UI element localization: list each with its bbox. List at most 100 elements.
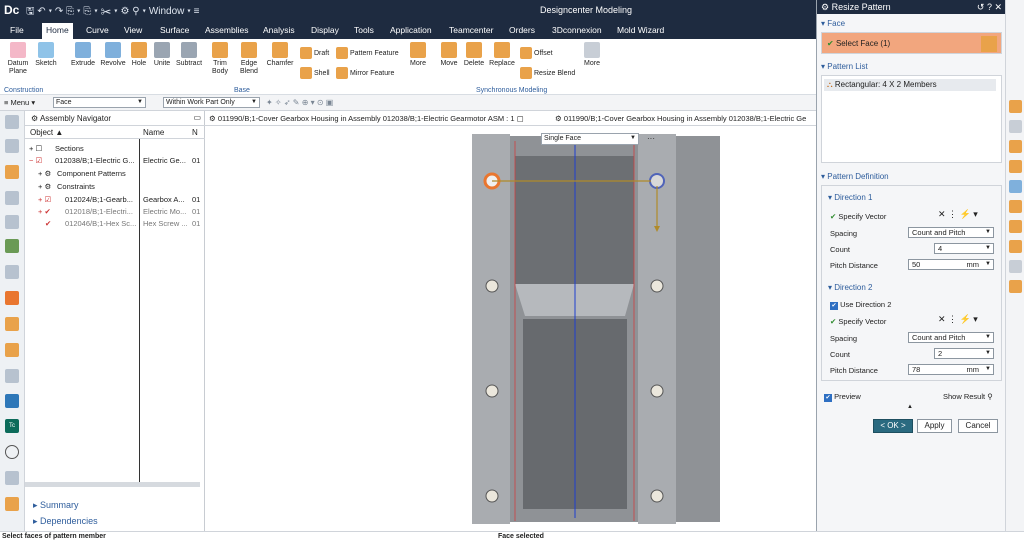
document-tab-2[interactable]: ⚙ 011990/B;1-Cover Gearbox Housing in As… (555, 114, 806, 123)
tree-row-electric-motor[interactable]: + ✔ 012018/B;1-Electri... Electric Mo... 01 (25, 206, 200, 218)
tab-tools[interactable]: Tools (354, 25, 374, 35)
move-button[interactable]: Move (437, 42, 461, 68)
view-icon[interactable] (1009, 100, 1022, 113)
more-options-button[interactable]: ··· (647, 134, 655, 143)
count-1-input[interactable]: 4 ▼ (934, 243, 994, 254)
hd3d-tools-icon[interactable] (5, 239, 19, 253)
face-selector-icon[interactable] (981, 36, 997, 52)
tab-application[interactable]: Application (390, 25, 432, 35)
more-sync-button[interactable]: More (578, 42, 606, 68)
edge-blend-button[interactable]: Edge Blend (234, 42, 264, 76)
resize-blend-button[interactable]: Resize Blend (520, 67, 575, 79)
roles-icon[interactable] (5, 369, 19, 383)
settings-icon[interactable] (5, 115, 19, 129)
use-direction-2-checkbox[interactable]: ✔ Use Direction 2 (830, 300, 891, 310)
tab-display[interactable]: Display (311, 25, 339, 35)
pattern-list-item[interactable]: ⛬ Rectangular: 4 X 2 Members (824, 79, 996, 91)
palette-icon[interactable] (5, 471, 19, 485)
history-icon[interactable] (5, 291, 19, 305)
mirror-feature-button[interactable]: Mirror Feature (336, 67, 394, 79)
maximize-icon[interactable]: ▭ (193, 113, 201, 122)
column-n[interactable]: N (192, 128, 198, 137)
subtract-button[interactable]: Subtract (174, 42, 204, 68)
unite-button[interactable]: Unite (150, 42, 174, 68)
process-studio-icon[interactable] (5, 317, 19, 331)
layer-icon[interactable] (1009, 120, 1022, 133)
tab-analysis[interactable]: Analysis (263, 25, 295, 35)
column-object[interactable]: Object ▲ (30, 128, 63, 137)
summary-panel[interactable]: ▸ Summary (33, 500, 79, 511)
snap-toolbar[interactable]: ✦ ✧ ➶ ✎ ⊕ ▾ ⊙ ▣ (266, 98, 333, 107)
chamfer-button[interactable]: Chamfer (264, 42, 296, 68)
more-base-button[interactable]: More (406, 42, 430, 68)
horizontal-scrollbar[interactable] (25, 482, 200, 487)
reuse-library-icon[interactable] (5, 215, 19, 229)
shell-button[interactable]: Shell (300, 67, 330, 79)
web-browser-icon[interactable] (5, 265, 19, 279)
manufacturing-wizards-icon[interactable] (5, 343, 19, 357)
spacing-1-dropdown[interactable]: Count and Pitch ▼ (908, 227, 994, 238)
tab-orders[interactable]: Orders (509, 25, 535, 35)
rotate-icon[interactable] (1009, 280, 1022, 293)
collapse-icon[interactable]: ▲ (907, 404, 913, 410)
teamcenter-icon[interactable]: Tc (5, 419, 19, 433)
tree-row-constraints[interactable]: + ⚙ Constraints (25, 181, 200, 193)
replace-button[interactable]: Replace (487, 42, 517, 68)
tree-row-sections[interactable]: + ☐ Sections (25, 143, 200, 155)
ok-button[interactable]: < OK > (873, 419, 913, 433)
clock-icon[interactable] (5, 445, 19, 459)
tab-3dconnexion[interactable]: 3Dconnexion (552, 25, 602, 35)
dependencies-panel[interactable]: ▸ Dependencies (33, 516, 98, 527)
tree-row-gearbox[interactable]: + ☑ 012024/B;1-Gearb... Gearbox A... 01 (25, 194, 200, 206)
tab-surface[interactable]: Surface (160, 25, 189, 35)
type-filter-dropdown[interactable]: Face (53, 97, 146, 108)
scope-filter-dropdown[interactable]: Within Work Part Only (163, 97, 260, 108)
constraint-navigator-icon[interactable] (5, 191, 19, 205)
pattern-hole[interactable] (485, 279, 499, 293)
pattern-hole[interactable] (650, 384, 664, 398)
apply-button[interactable]: Apply (917, 419, 952, 433)
pan-icon[interactable] (1009, 260, 1022, 273)
edit-section-icon[interactable] (1009, 160, 1022, 173)
tab-assemblies[interactable]: Assemblies (205, 25, 248, 35)
pattern-definition-header[interactable]: ▾ Pattern Definition (821, 172, 889, 181)
dialog-controls[interactable]: ↺ ? ✕ (977, 2, 1002, 13)
sketch-button[interactable]: Sketch (33, 42, 59, 68)
show-result-button[interactable]: Show Result ⚲ (943, 392, 993, 401)
vector-1-tools[interactable]: ✕ ⋮ ⚡ ▾ (938, 209, 978, 220)
tab-home[interactable]: Home (42, 23, 73, 39)
tab-file[interactable]: File (10, 25, 24, 35)
kinematics-icon[interactable] (5, 497, 19, 511)
count-2-input[interactable]: 2 ▼ (934, 348, 994, 359)
tab-curve[interactable]: Curve (86, 25, 109, 35)
tab-teamcenter[interactable]: Teamcenter (449, 25, 493, 35)
quick-access-toolbar[interactable]: 🖫 ↶ ▾ ↷ ⎘ ▾ ⎘ ▾ ✂ ▾ ⚙ ⚲ ▾ Window ▾ ≡ (26, 4, 199, 21)
pattern-hole[interactable] (485, 384, 499, 398)
pattern-feature-button[interactable]: Pattern Feature (336, 47, 399, 59)
vector-2-tools[interactable]: ✕ ⋮ ⚡ ▾ (938, 314, 978, 325)
draft-button[interactable]: Draft (300, 47, 329, 59)
assembly-navigator-icon[interactable] (5, 165, 19, 179)
delete-button[interactable]: Delete (461, 42, 487, 68)
offset-button[interactable]: Offset (520, 47, 553, 59)
tab-view[interactable]: View (124, 25, 142, 35)
pitch-2-input[interactable]: 78 mm ▼ (908, 364, 994, 375)
direction-2-header[interactable]: ▾ Direction 2 (828, 283, 873, 292)
system-scenes-icon[interactable] (5, 394, 19, 408)
hole-button[interactable]: Hole (128, 42, 150, 68)
pattern-hole[interactable] (485, 489, 499, 503)
pattern-hole[interactable] (650, 489, 664, 503)
select-face-row[interactable]: ✔ Select Face (1) (821, 32, 1002, 54)
orient-icon[interactable] (1009, 200, 1022, 213)
menu-button[interactable]: ≡ Menu ▾ (4, 98, 35, 107)
pattern-list-header[interactable]: ▾ Pattern List (821, 62, 868, 71)
trim-body-button[interactable]: Trim Body (206, 42, 234, 76)
pattern-hole[interactable] (650, 279, 664, 293)
preview-checkbox[interactable]: ✔ Preview (824, 392, 861, 402)
render-icon[interactable] (1009, 180, 1022, 193)
tree-row-hex-screw[interactable]: ✔ 012046/B;1-Hex Sc... Hex Screw ... 01 (25, 218, 200, 230)
spacing-2-dropdown[interactable]: Count and Pitch ▼ (908, 332, 994, 343)
graphics-window[interactable]: Single Face ··· (205, 126, 816, 531)
shade-icon[interactable] (1009, 140, 1022, 153)
cancel-button[interactable]: Cancel (958, 419, 998, 433)
